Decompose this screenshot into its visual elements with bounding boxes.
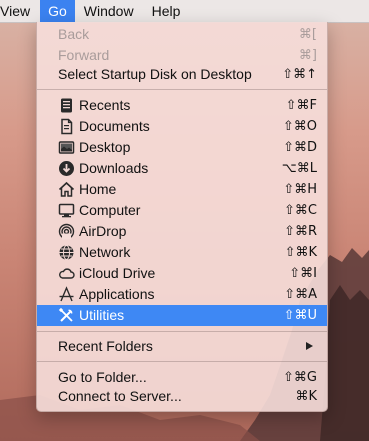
desktop-icon (58, 141, 75, 154)
menu-item-shortcut: ⇧⌘K (284, 245, 317, 260)
menu-item-label: Back (58, 26, 90, 42)
menu-item-label: Go to Folder... (58, 369, 147, 385)
documents-icon (61, 118, 73, 135)
go-menu: Back ⌘[ Forward ⌘] Select Startup Disk o… (36, 22, 328, 412)
menu-item-label: Home (79, 181, 117, 197)
menu-item-shortcut: ⇧⌘U (283, 308, 317, 323)
home-icon (58, 181, 75, 197)
menu-item-shortcut: ⇧⌘C (284, 203, 317, 218)
menu-bar: View Go Window Help (0, 0, 369, 23)
applications-icon (59, 286, 74, 302)
menu-item-computer[interactable]: Computer ⇧⌘C (37, 200, 327, 221)
icloud-drive-icon (59, 268, 75, 279)
menu-item-shortcut: ⌘K (295, 389, 317, 404)
menubar-item-window[interactable]: Window (75, 0, 143, 22)
menu-item-shortcut: ⇧⌘D (283, 140, 317, 155)
menu-item-utilities[interactable]: Utilities ⇧⌘U (37, 305, 327, 326)
menu-item-label: Connect to Server... (58, 388, 182, 404)
menu-item-shortcut: ⌥⌘L (281, 161, 317, 176)
menu-item-label: Recents (79, 97, 131, 113)
computer-icon (58, 203, 75, 218)
menu-separator (37, 331, 327, 332)
menu-item-shortcut: ⇧⌘F (285, 98, 317, 113)
menu-item-select-startup-disk[interactable]: Select Startup Disk on Desktop ⇧⌘↑ (37, 64, 327, 85)
menu-item-shortcut: ⇧⌘A (284, 287, 317, 302)
menu-item-applications[interactable]: Applications ⇧⌘A (37, 284, 327, 305)
menu-item-icloud-drive[interactable]: iCloud Drive ⇧⌘I (37, 263, 327, 284)
menu-item-connect-to-server[interactable]: Connect to Server... ⌘K (37, 386, 327, 407)
menu-item-label: iCloud Drive (79, 265, 156, 281)
menu-item-shortcut: ⌘[ (298, 27, 317, 42)
recents-icon (61, 98, 72, 113)
menu-item-label: Forward (58, 47, 110, 63)
network-icon (59, 245, 74, 260)
menu-item-label: Select Startup Disk on Desktop (58, 66, 252, 82)
menubar-item-help[interactable]: Help (143, 0, 190, 22)
menu-item-shortcut: ⇧⌘↑ (282, 67, 317, 82)
menu-item-label: Utilities (79, 307, 125, 323)
submenu-arrow-icon (306, 342, 313, 350)
menu-item-go-to-folder[interactable]: Go to Folder... ⇧⌘G (37, 367, 327, 388)
menu-item-label: Desktop (79, 139, 131, 155)
menu-item-desktop[interactable]: Desktop ⇧⌘D (37, 137, 327, 158)
menu-item-recents[interactable]: Recents ⇧⌘F (37, 95, 327, 116)
menu-item-label: Network (79, 244, 131, 260)
menu-item-home[interactable]: Home ⇧⌘H (37, 179, 327, 200)
menu-item-shortcut: ⇧⌘G (283, 370, 317, 385)
menu-item-shortcut: ⇧⌘R (284, 224, 317, 239)
menu-item-recent-folders[interactable]: Recent Folders (37, 336, 327, 357)
menu-item-label: Computer (79, 202, 141, 218)
menu-item-label: Applications (79, 286, 155, 302)
menu-item-forward[interactable]: Forward ⌘] (37, 45, 327, 66)
menu-separator (37, 89, 327, 90)
menu-separator (37, 361, 327, 362)
menu-item-shortcut: ⇧⌘I (289, 266, 317, 281)
menubar-item-view[interactable]: View (0, 0, 40, 22)
menu-item-shortcut: ⇧⌘H (283, 182, 317, 197)
menu-item-shortcut: ⌘] (298, 48, 317, 63)
utilities-icon (58, 307, 73, 322)
menu-item-back[interactable]: Back ⌘[ (37, 24, 327, 45)
menu-item-label: Downloads (79, 160, 149, 176)
menubar-item-go[interactable]: Go (40, 0, 75, 22)
airdrop-icon (58, 223, 75, 240)
menu-item-network[interactable]: Network ⇧⌘K (37, 242, 327, 263)
menu-item-label: AirDrop (79, 223, 127, 239)
menu-item-label: Recent Folders (58, 338, 153, 354)
menu-item-downloads[interactable]: Downloads ⌥⌘L (37, 158, 327, 179)
menu-item-airdrop[interactable]: AirDrop ⇧⌘R (37, 221, 327, 242)
menu-item-label: Documents (79, 118, 150, 134)
menu-item-documents[interactable]: Documents ⇧⌘O (37, 116, 327, 137)
downloads-icon (59, 161, 74, 176)
menu-item-shortcut: ⇧⌘O (282, 119, 317, 134)
